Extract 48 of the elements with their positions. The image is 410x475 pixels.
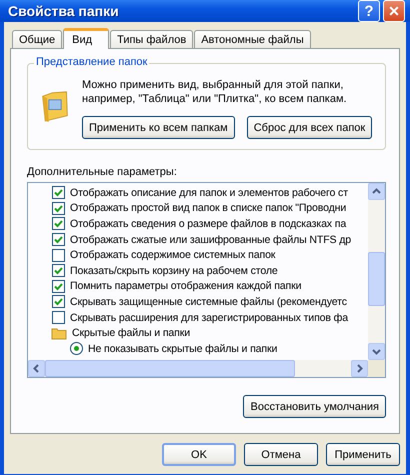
horizontal-scrollbar[interactable] xyxy=(28,360,368,377)
scroll-up-button[interactable] xyxy=(368,183,385,200)
dialog-button[interactable]: Применить xyxy=(326,443,400,466)
checkbox[interactable] xyxy=(52,295,65,308)
checkbox[interactable] xyxy=(52,311,65,324)
option-label: Отображать простой вид папок в списке папок "Проводни xyxy=(70,202,346,214)
checkbox[interactable] xyxy=(52,280,65,293)
group-title: Представление папок xyxy=(34,56,150,68)
checkbox[interactable] xyxy=(52,264,65,278)
scroll-right-button[interactable] xyxy=(351,360,368,377)
checkbox[interactable] xyxy=(52,217,65,230)
checkbox[interactable] xyxy=(52,186,65,200)
description-text: Можно применить вид, выбранный для этой папки, например, "Таблица" или "Плитка", ко всем папкам. xyxy=(82,78,348,106)
scroll-left-button[interactable] xyxy=(28,360,45,377)
option-label: Отображать содержимое системных папок xyxy=(70,249,276,262)
checkbox[interactable] xyxy=(52,233,65,246)
action-button[interactable]: Сброс для всех папок xyxy=(246,116,372,139)
scrollbar-corner xyxy=(368,360,385,377)
option-label: Помнить параметры отображения каждой папки xyxy=(70,280,302,292)
checkbox[interactable] xyxy=(52,248,65,262)
dialog-button[interactable]: OK xyxy=(162,443,236,466)
window-title: Свойства папки xyxy=(8,3,120,19)
tab[interactable]: Вид xyxy=(63,28,110,49)
group-label: Скрытые файлы и папки xyxy=(72,327,190,340)
tab[interactable]: Общие xyxy=(12,30,62,48)
dialog-button[interactable]: Отмена xyxy=(244,443,318,466)
radio-button[interactable] xyxy=(70,342,83,356)
restore-defaults-button[interactable]: Восстановить умолчания xyxy=(243,395,386,418)
action-button[interactable]: Применить ко всем папкам xyxy=(82,116,235,139)
checkbox[interactable] xyxy=(52,202,65,215)
option-label: Отображать сжатые или зашифрованные файлы NTFS др xyxy=(70,234,352,246)
scroll-down-button[interactable] xyxy=(368,343,385,360)
caret-icon xyxy=(372,187,381,196)
option-label: Скрывать расширения для зарегистрированных типов фа xyxy=(70,312,348,324)
option-label: Показать/скрыть корзину на рабочем столе xyxy=(70,264,278,277)
scroll-thumb[interactable] xyxy=(368,252,385,306)
option-label: Не показывать скрытые файлы и папки xyxy=(88,342,278,355)
folder-icon xyxy=(51,326,67,340)
option-label: Отображать описание для папок и элементов рабочего ст xyxy=(70,186,348,199)
vertical-scrollbar[interactable] xyxy=(368,183,385,360)
caret-icon xyxy=(32,364,41,373)
help-button[interactable]: ? xyxy=(358,0,380,22)
section-label: Дополнительные параметры: xyxy=(27,166,178,178)
tab[interactable]: Типы файлов xyxy=(110,30,194,48)
tab[interactable]: Автономные файлы xyxy=(194,30,311,48)
scroll-thumb[interactable] xyxy=(45,360,295,377)
option-label: Скрывать защищенные системные файлы (рекомендуетс xyxy=(70,296,347,308)
option-label: Отображать сведения о размере файлов в подсказках па xyxy=(70,218,346,230)
